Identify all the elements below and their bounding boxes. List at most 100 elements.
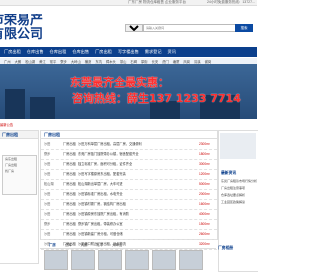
listing-type: 厂房出租: [63, 192, 76, 196]
area-link[interactable]: 塘厦: [173, 59, 180, 64]
nav-item[interactable]: 仓库出售: [27, 49, 44, 55]
gallery-header: 厂房相册: [218, 246, 234, 250]
area-link[interactable]: 虎门: [162, 59, 169, 64]
left-box-line: 找厂房: [5, 169, 15, 173]
listing-row[interactable]: 沙田 厂房出租 沙田镇原房东独院厂房出租，有消防 4000m²: [41, 210, 217, 220]
listing-size: 2300m²: [199, 142, 210, 146]
nav-item[interactable]: 资讯: [168, 49, 176, 55]
photo-tab[interactable]: 常平: [96, 242, 103, 247]
area-link[interactable]: 寮步: [60, 59, 67, 64]
nav-item[interactable]: 需求登记: [145, 49, 162, 55]
listing-area: 沙田: [44, 172, 51, 176]
photo-thumbnail[interactable]: [71, 250, 95, 270]
area-link[interactable]: 广州: [4, 59, 11, 64]
area-link[interactable]: 大岭山: [71, 59, 81, 64]
area-link[interactable]: 松山湖: [25, 59, 35, 64]
listing-row[interactable]: 寮步 厂房出租 东莞厂房独门独院带办公楼，宿舍配套齐全 1800m²: [41, 150, 217, 160]
search-button[interactable]: 搜索: [235, 24, 253, 32]
listing-title[interactable]: 松山湖新出单层厂房，大车可进: [78, 180, 196, 189]
listing-area: 寮步: [44, 222, 51, 226]
search-category-select[interactable]: 请选择: [125, 24, 143, 32]
listing-title[interactable]: 沙田万科单层厂房出租，高层厂房，交通便利: [78, 140, 196, 149]
photo-thumbnails: [44, 250, 216, 270]
photo-tab[interactable]: 厂房: [49, 242, 56, 247]
listing-header: 厂房出租: [41, 131, 217, 139]
photo-thumbnail[interactable]: [152, 250, 176, 270]
listing-size: 1800m²: [199, 152, 210, 156]
area-link[interactable]: 谢岗: [205, 59, 212, 64]
listing-title[interactable]: 东莞厂房独门独院带办公楼，宿舍配套齐全: [78, 150, 196, 159]
listing-area: 沙田: [44, 202, 51, 206]
building-graphic: [5, 89, 25, 119]
area-link[interactable]: 茶山: [120, 59, 127, 64]
listing-row[interactable]: 寮步 厂房出租 寮步镇厂房出租，带装修办公室 1500m²: [41, 220, 217, 230]
right-ad-image[interactable]: [220, 133, 256, 159]
area-link[interactable]: 厚街: [141, 59, 148, 64]
area-link[interactable]: 樟木头: [106, 59, 116, 64]
listing-title[interactable]: 沙田写字楼原房东出租，配套完善: [78, 170, 196, 179]
news-item[interactable]: 厂房出租注意事项: [221, 186, 257, 190]
site-logo[interactable]: 莞市荣易产 园有限公司: [0, 14, 120, 44]
nav-item[interactable]: 厂房出租: [4, 49, 21, 55]
listing-type: 厂房出租: [63, 172, 76, 176]
listing-row[interactable]: 沙田 厂房出租 沙田写字楼原房东出租，配套完善 1200m²: [41, 170, 217, 180]
photo-thumbnail[interactable]: [98, 250, 122, 270]
area-link[interactable]: 石碣: [130, 59, 137, 64]
nav-item[interactable]: 厂房出租: [95, 49, 112, 55]
listing-row[interactable]: 沙田 厂房出租 沙田镇标准厂房出租，水电齐全 2000m²: [41, 190, 217, 200]
photo-tab[interactable]: 大岭山: [112, 242, 122, 247]
area-link[interactable]: 横沥: [85, 59, 92, 64]
top-bar: 广东厂房 物流仓库租售 企业服务平台 24小时免费服务热线：13727...: [0, 0, 257, 6]
search-input[interactable]: [143, 24, 237, 32]
photo-thumbnail[interactable]: [179, 250, 203, 270]
area-link[interactable]: 黄江: [39, 59, 46, 64]
news-item[interactable]: 工业园区政策解读: [221, 200, 257, 204]
hero-banner[interactable]: 东莞最齐全最实惠： 咨询热线：薛生137 1233 7714: [0, 64, 257, 119]
listing-type: 厂房出租: [63, 162, 76, 166]
listing-title[interactable]: 沙田镇标准厂房出租，水电齐全: [78, 190, 196, 199]
left-sidebar-header: 厂房出租: [0, 131, 38, 139]
topbar-left-text: 广东厂房 物流仓库租售 企业服务平台: [128, 0, 186, 4]
nav-item[interactable]: 仓库出租: [50, 49, 67, 55]
listing-row[interactable]: 沙田 厂房出租 沙田镇新建厂房分租，可做仓储 2600m²: [41, 230, 217, 240]
photo-tab[interactable]: 大朗: [81, 242, 88, 247]
nav-item[interactable]: 仓库出售: [72, 49, 89, 55]
area-link[interactable]: 东坑: [95, 59, 102, 64]
news-item[interactable]: 仓库选址要点解析: [221, 193, 257, 197]
news-item[interactable]: 东莞厂房租赁市场行情分析: [221, 179, 257, 183]
area-link[interactable]: 清溪: [194, 59, 201, 64]
listing-row[interactable]: 沙田 厂房出租 沙田万科单层厂房出租，高层厂房，交通便利 2300m²: [41, 140, 217, 150]
banner-hotline: 咨询热线：薛生137 1233 7714: [72, 92, 241, 105]
listing-row[interactable]: 沙田 厂房出租 独立标准厂房，面积可分租，证件齐全 3000m²: [41, 160, 217, 170]
photo-tab[interactable]: 仓库: [65, 242, 72, 247]
listing-title[interactable]: 沙田镇村委厂房，钢结构厂房出租: [78, 200, 196, 209]
listing-title[interactable]: 沙田镇新建厂房分租，可做仓储: [78, 230, 196, 239]
notice-bar: 最新公告: [0, 122, 257, 128]
listing-type: 厂房出租: [63, 222, 76, 226]
area-link[interactable]: 凤岗: [183, 59, 190, 64]
area-link[interactable]: 常平: [50, 59, 57, 64]
listing-row[interactable]: 松山湖 厂房出租 松山湖新出单层厂房，大车可进 5000m²: [41, 180, 217, 190]
photo-thumbnail[interactable]: [44, 250, 68, 270]
left-sidebar: 厂房出租 房东出租 厂房出租 找厂房: [0, 130, 39, 264]
listing-panel: 厂房出租 沙田 厂房出租 沙田万科单层厂房出租，高层厂房，交通便利 2300m² 寮步厂…: [40, 130, 218, 250]
photo-tabs: 厂房 仓库 大朗 常平 大岭山: [40, 240, 216, 249]
listing-size: 5000m²: [199, 182, 210, 186]
topbar-hotline[interactable]: 24小时免费服务热线：13727...: [207, 0, 255, 5]
listing-area: 沙田: [44, 232, 51, 236]
listing-type: 厂房出租: [63, 142, 76, 146]
listing-area: 沙田: [44, 162, 51, 166]
news-header: 最新资讯: [221, 171, 237, 175]
listing-area: 松山湖: [44, 182, 54, 186]
nav-item[interactable]: 写字楼出售: [118, 49, 139, 55]
listing-title[interactable]: 寮步镇厂房出租，带装修办公室: [78, 220, 196, 229]
listing-row[interactable]: 沙田 厂房出租 沙田镇村委厂房，钢结构厂房出租 1600m²: [41, 200, 217, 210]
notice-label: 最新公告: [0, 123, 14, 127]
listing-title[interactable]: 沙田镇原房东独院厂房出租，有消防: [78, 210, 196, 219]
area-link[interactable]: 大朗: [15, 59, 22, 64]
listing-title[interactable]: 独立标准厂房，面积可分租，证件齐全: [78, 160, 196, 169]
left-ad-box[interactable]: 房东出租 厂房出租 找厂房: [2, 155, 37, 195]
area-link[interactable]: 长安: [152, 59, 159, 64]
building-graphic: [30, 97, 55, 119]
photo-thumbnail[interactable]: [125, 250, 149, 270]
